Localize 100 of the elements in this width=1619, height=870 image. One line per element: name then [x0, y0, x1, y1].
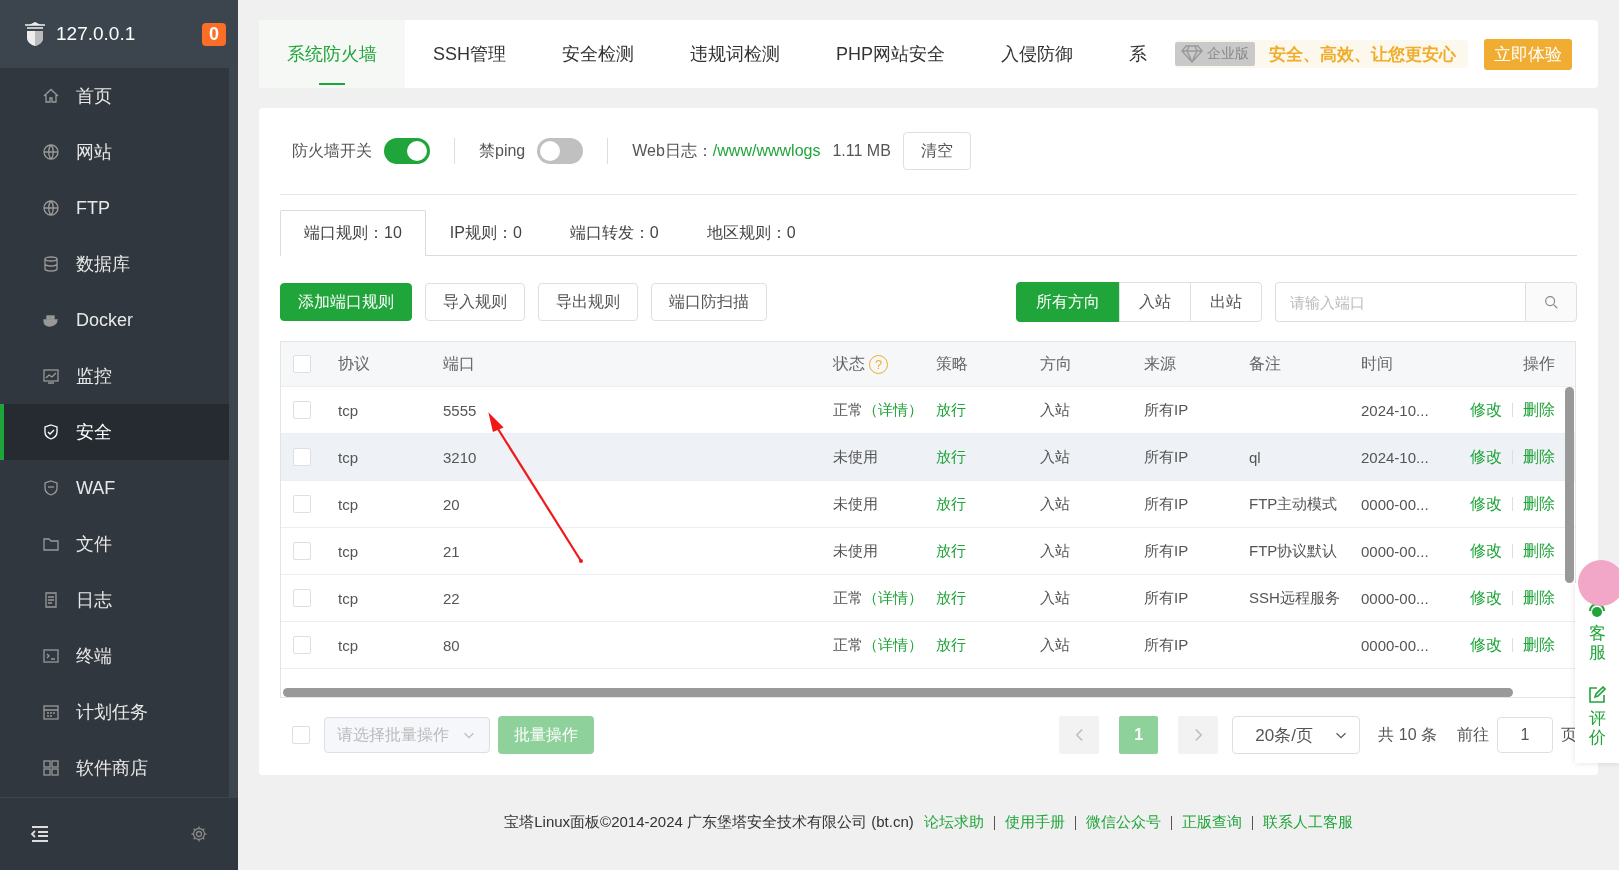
footer-link[interactable]: 使用手册 — [1004, 813, 1065, 832]
tab[interactable]: SSH管理 — [405, 20, 534, 88]
delete-link[interactable]: 删除 — [1523, 399, 1555, 421]
page-suffix: 页 — [1561, 724, 1577, 745]
search-field[interactable]: 请输入端口 — [1275, 282, 1525, 322]
sidebar-item[interactable]: FTP — [0, 180, 229, 236]
direction-filter-button[interactable]: 入站 — [1119, 282, 1191, 322]
policy-link[interactable]: 放行 — [936, 635, 966, 653]
shield-icon — [42, 423, 60, 441]
table-cell-text: 80 — [442, 636, 461, 654]
clear-button[interactable]: 清空 — [902, 132, 971, 170]
detail-link[interactable]: （详情） — [863, 588, 923, 606]
edit-link[interactable]: 修改 — [1470, 399, 1502, 421]
sidebar-item[interactable]: 安全 — [0, 404, 229, 460]
select-all-checkbox[interactable] — [292, 726, 310, 744]
settings-icon — [190, 825, 208, 843]
footer-link[interactable]: 正版查询 — [1181, 813, 1242, 832]
page-button[interactable]: 1 — [1119, 716, 1159, 754]
delete-link[interactable]: 删除 — [1523, 493, 1555, 515]
policy-link[interactable]: 放行 — [936, 400, 966, 418]
table-cell-text: FTP协议默认 — [1248, 541, 1339, 561]
sidebar-item[interactable]: 文件 — [0, 516, 229, 572]
sidebar-item[interactable]: 监控 — [0, 348, 229, 404]
service-link[interactable]: 客服 — [1588, 625, 1606, 663]
detail-link[interactable]: （详情） — [863, 635, 923, 653]
next-page-button[interactable] — [1178, 716, 1219, 754]
tab[interactable]: PHP网站安全 — [808, 20, 974, 88]
scrollbar[interactable] — [283, 688, 1513, 697]
column-header: 状态 ? — [821, 353, 924, 375]
delete-link[interactable]: 删除 — [1523, 446, 1555, 468]
row-checkbox[interactable] — [293, 589, 311, 607]
tab[interactable]: 端口规则：10 — [280, 210, 426, 256]
sidebar-item[interactable]: 终端 — [0, 628, 229, 684]
tab[interactable]: 系统防火墙 — [259, 20, 405, 88]
page-size-select[interactable]: 20条/页 — [1232, 716, 1361, 754]
tab[interactable]: 地区规则：0 — [682, 210, 820, 256]
row-checkbox[interactable] — [293, 401, 311, 419]
sidebar-item[interactable]: 首页 — [0, 68, 229, 124]
action-button[interactable]: 导入规则 — [425, 283, 525, 321]
page-input[interactable]: 1 — [1497, 717, 1553, 753]
edit-link[interactable]: 修改 — [1470, 540, 1502, 562]
table-cell-text: 所有IP — [1143, 588, 1190, 608]
log-size: 1.11 MB — [832, 142, 891, 160]
direction-filter-button[interactable]: 出站 — [1190, 282, 1262, 322]
footer-link[interactable]: 微信公众号 — [1085, 813, 1161, 832]
table-cell-text: 0000-00... — [1360, 495, 1430, 513]
policy-link[interactable]: 放行 — [936, 494, 966, 512]
folder-icon — [42, 535, 60, 553]
select-all-checkbox[interactable] — [293, 355, 311, 373]
sidebar-item[interactable]: 软件商店 — [0, 740, 229, 796]
row-checkbox[interactable] — [293, 636, 311, 654]
detail-link[interactable]: （详情） — [863, 400, 923, 418]
edit-link[interactable]: 修改 — [1470, 493, 1502, 515]
sidebar-item[interactable]: 日志 — [0, 572, 229, 628]
review-link[interactable]: 评价 — [1588, 710, 1606, 748]
action-button[interactable]: 端口防扫描 — [651, 283, 767, 321]
tab[interactable]: IP规则：0 — [425, 210, 546, 256]
table-cell-text: tcp — [337, 448, 359, 466]
sidebar-item[interactable]: 计划任务 — [0, 684, 229, 740]
tab[interactable]: 安全检测 — [534, 20, 662, 88]
delete-link[interactable]: 删除 — [1523, 587, 1555, 609]
row-checkbox[interactable] — [293, 448, 311, 466]
table-cell-text: 所有IP — [1143, 541, 1190, 561]
trial-button[interactable]: 立即体验 — [1484, 38, 1573, 70]
policy-link[interactable]: 放行 — [936, 447, 966, 465]
menu-collapse-icon[interactable] — [30, 825, 50, 843]
edit-link[interactable]: 修改 — [1470, 587, 1502, 609]
log-path-link[interactable]: /www/wwwlogs — [712, 142, 821, 160]
ping-switch[interactable] — [537, 138, 584, 164]
tab[interactable]: 系 — [1101, 20, 1176, 88]
edit-link[interactable]: 修改 — [1470, 446, 1502, 468]
tab[interactable]: 违规词检测 — [662, 20, 808, 88]
firewall-switch[interactable] — [384, 138, 430, 164]
batch-select[interactable]: 请选择批量操作 — [324, 717, 490, 753]
column-header: 端口 — [442, 353, 476, 374]
table-cell-text: 入站 — [1039, 447, 1071, 467]
batch-button[interactable]: 批量操作 — [498, 716, 594, 754]
tab[interactable]: 入侵防御 — [973, 20, 1102, 88]
footer-link[interactable]: 联系人工客服 — [1262, 813, 1353, 832]
policy-link[interactable]: 放行 — [936, 541, 966, 559]
policy-link[interactable]: 放行 — [936, 588, 966, 606]
action-button[interactable]: 导出规则 — [538, 283, 638, 321]
row-checkbox[interactable] — [293, 542, 311, 560]
action-button[interactable]: 添加端口规则 — [280, 283, 412, 321]
search-button[interactable] — [1525, 282, 1577, 322]
sidebar-item[interactable]: 网站 — [0, 124, 229, 180]
direction-filter-button[interactable]: 所有方向 — [1016, 282, 1120, 322]
prev-page-button[interactable] — [1059, 716, 1100, 754]
tab[interactable]: 端口转发：0 — [545, 210, 683, 256]
sidebar-item[interactable]: Docker — [0, 292, 229, 348]
delete-link[interactable]: 删除 — [1523, 540, 1555, 562]
table-cell-text: 0000-00... — [1360, 589, 1430, 607]
sidebar-item[interactable]: WAF — [0, 460, 229, 516]
delete-link[interactable]: 删除 — [1523, 634, 1555, 656]
edit-link[interactable]: 修改 — [1470, 634, 1502, 656]
footer-link[interactable]: 论坛求助 — [923, 813, 984, 832]
alert-count[interactable]: 0 — [202, 22, 226, 46]
row-checkbox[interactable] — [293, 495, 311, 513]
sidebar-item[interactable]: 数据库 — [0, 236, 229, 292]
scrollbar[interactable] — [1565, 387, 1574, 583]
